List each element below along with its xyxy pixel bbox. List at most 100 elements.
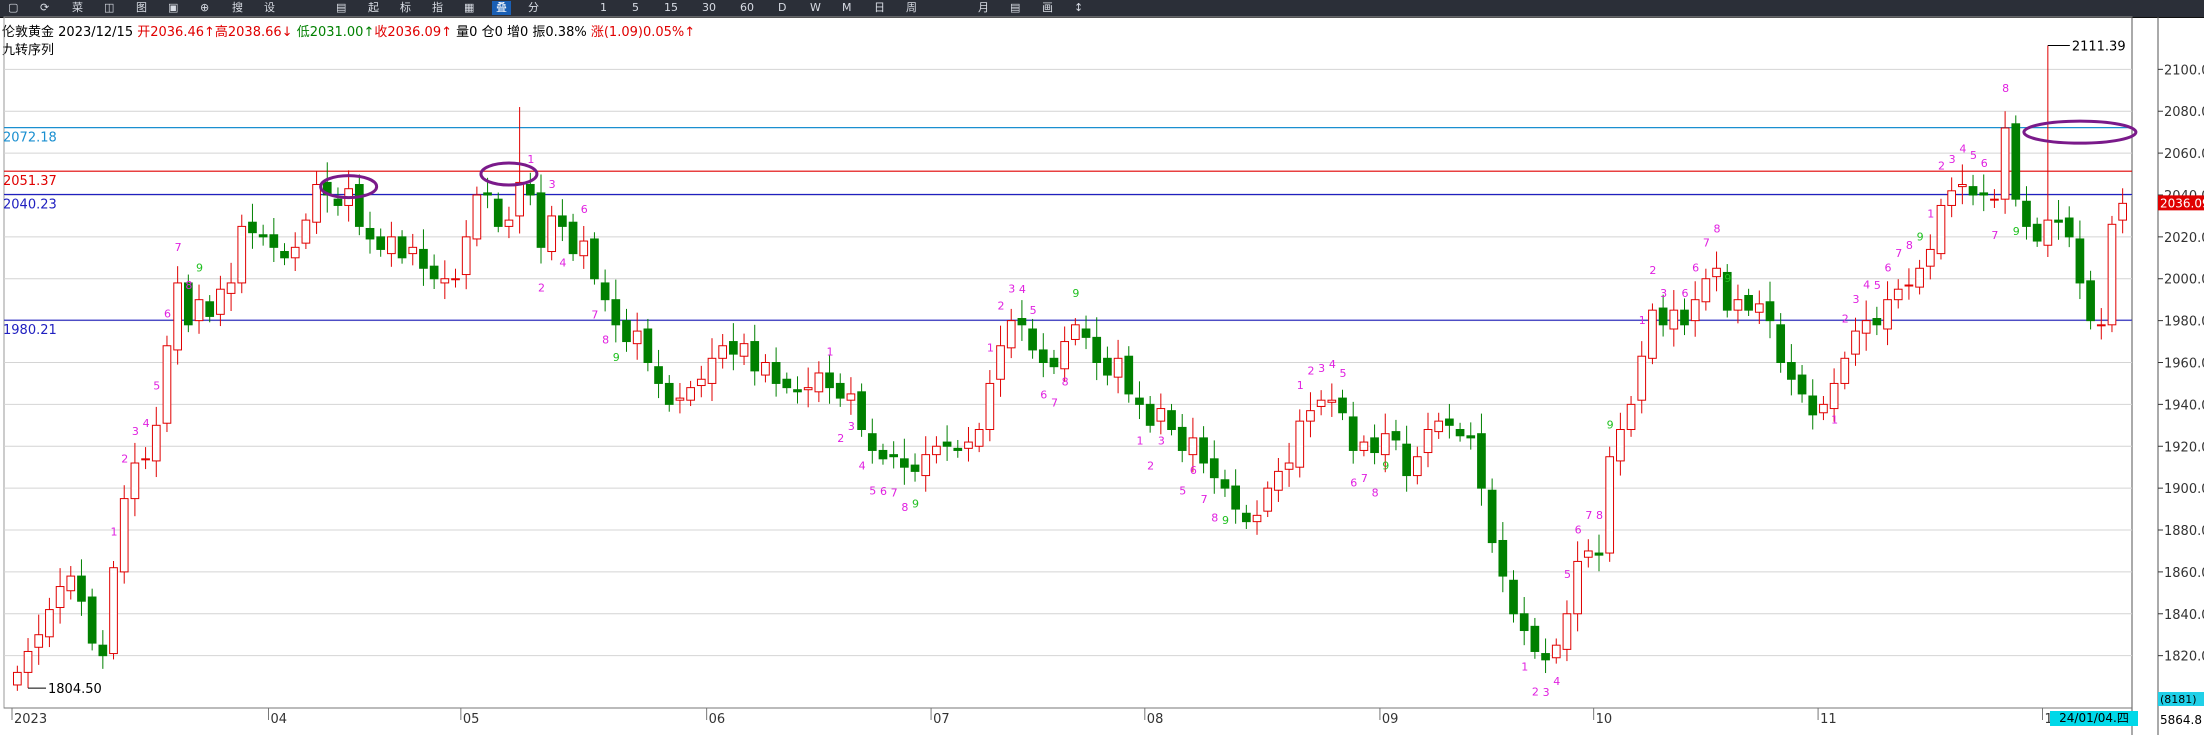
td-count-label: 8 [1211, 512, 1218, 525]
td-count-label: 2 [837, 432, 844, 445]
candle-body [1883, 299, 1892, 330]
td-count-label: 5 [153, 379, 160, 392]
candle-body [1925, 248, 1935, 267]
td-count-label: 4 [143, 417, 150, 430]
candle-body [1787, 362, 1796, 380]
td-count-label: 7 [591, 309, 598, 322]
candle-body [2000, 127, 2010, 200]
candle-body [1583, 550, 1593, 558]
td-count-label: 7 [1703, 237, 1710, 250]
td-count-label: 2 [1147, 459, 1154, 472]
candle-body [1637, 355, 1647, 401]
candle-body [1380, 433, 1390, 456]
candle-body [750, 341, 760, 372]
candle-body [109, 567, 118, 655]
td-count-label: 1 [1521, 661, 1528, 674]
candle-body [1947, 190, 1957, 206]
td-count-label: 9 [912, 497, 919, 510]
candle-body [782, 378, 792, 389]
candle-body [900, 458, 909, 468]
td-count-label: 7 [1051, 397, 1058, 410]
cursor-date-badge: 24/01/04.四 [2050, 711, 2138, 726]
candle-body [600, 282, 610, 301]
td-count-label: 1 [1136, 434, 1143, 447]
candle-body [23, 650, 33, 673]
candle-body [130, 462, 140, 500]
td-count-label: 9 [1724, 272, 1731, 285]
candle-body [1070, 324, 1080, 340]
x-tick-label: 08 [1147, 712, 1164, 727]
candle-body [387, 236, 396, 255]
candle-body [942, 441, 952, 447]
candle-body [1765, 301, 1775, 322]
candle-body [825, 372, 834, 389]
candle-body [269, 234, 279, 248]
volume-value-label: 5864.8 [2160, 713, 2202, 727]
td-count-label: 3 [848, 420, 855, 433]
candle-body [1658, 307, 1668, 326]
candle-body [483, 192, 492, 196]
candle-body [1017, 318, 1027, 326]
y-tick-label: 1920.0 [2164, 440, 2204, 455]
candle-body [803, 387, 813, 391]
candle-body [525, 184, 535, 196]
candle-body [1530, 625, 1540, 652]
candle-body [1316, 399, 1326, 407]
candle-body [568, 221, 578, 255]
candle-body [867, 433, 877, 451]
y-tick-label: 1840.0 [2164, 608, 2204, 623]
candle-body [2096, 324, 2106, 327]
candle-body [974, 429, 984, 447]
x-tick-label: 09 [1382, 712, 1399, 727]
candle-body [558, 215, 567, 227]
candle-body [1509, 579, 1518, 615]
td-count-label: 6 [581, 203, 588, 216]
td-count-label: 9 [1607, 419, 1614, 432]
td-count-label: 4 [1019, 283, 1026, 296]
x-tick-label: 04 [270, 712, 287, 727]
candle-body [248, 221, 257, 234]
candle-body [333, 198, 343, 206]
td-count-label: 6 [1350, 476, 1357, 489]
candle-body [1541, 653, 1550, 661]
candle-body [1498, 539, 1508, 577]
candle-body [2054, 219, 2063, 223]
candle-body [1616, 429, 1625, 462]
td-count-label: 6 [1692, 262, 1699, 275]
reference-line-label: 2040.23 [3, 198, 57, 213]
td-count-label: 3 [1852, 293, 1859, 306]
candle-body [12, 671, 22, 686]
td-count-label: 2 [1842, 312, 1849, 325]
td-count-label: 6 [1575, 523, 1582, 536]
candle-body [1487, 489, 1497, 544]
candle-body [579, 240, 589, 257]
y-tick-label: 2080.0 [2164, 105, 2204, 120]
candle-body [1199, 437, 1208, 464]
candle-body [1455, 429, 1465, 437]
td-count-label: 6 [1190, 464, 1197, 477]
td-count-label: 4 [559, 256, 566, 269]
candlestick-chart[interactable]: 1820.01840.01860.01880.01900.01920.01940… [0, 0, 2204, 735]
td-count-label: 2 [1532, 685, 1539, 698]
candle-body [707, 357, 717, 384]
candle-body [440, 278, 450, 284]
td-count-label: 9 [2013, 225, 2020, 238]
candle-body [643, 328, 653, 364]
candle-body [1038, 349, 1048, 364]
candle-body [1209, 458, 1219, 479]
td-count-label: 8 [1062, 376, 1069, 389]
high-marker-label: 2111.39 [2072, 39, 2126, 54]
candle-body [1979, 192, 1989, 196]
candle-body [1776, 324, 1786, 363]
td-count-label: 5 [1970, 149, 1977, 162]
candle-body [515, 181, 524, 217]
td-count-label: 5 [1564, 568, 1571, 581]
candle-body [408, 246, 418, 255]
candle-body [98, 644, 108, 657]
td-count-label: 7 [1895, 247, 1902, 260]
candle-body [1434, 420, 1444, 433]
y-tick-label: 1940.0 [2164, 398, 2204, 413]
candle-body [1744, 294, 1753, 311]
candle-body [1231, 485, 1240, 510]
td-count-label: 1 [987, 341, 994, 354]
